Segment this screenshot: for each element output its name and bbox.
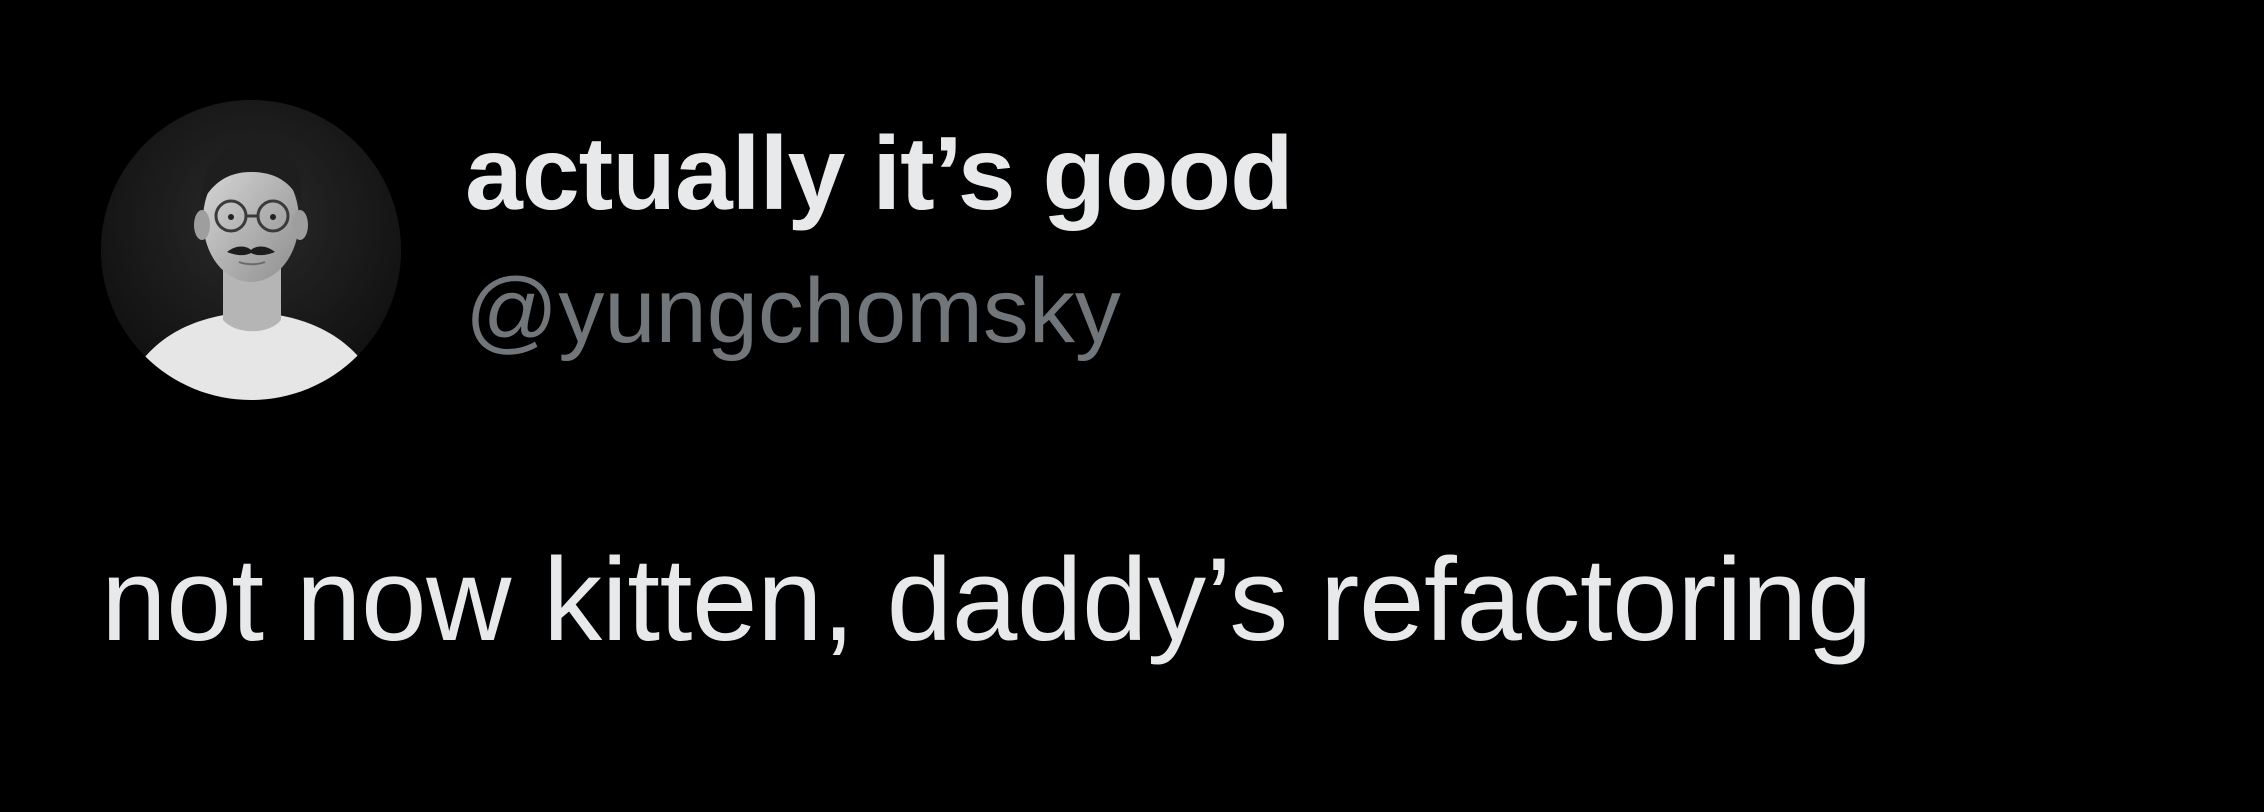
author-handle[interactable]: @yungchomsky <box>465 256 1665 366</box>
avatar-photo-icon <box>101 100 401 400</box>
avatar[interactable] <box>101 100 401 400</box>
tweet-text: not now kitten, daddy’s refactoring <box>101 534 1873 666</box>
author-identity: actually it’s good @yungchomsky <box>465 114 1665 366</box>
tweet-card: actually it’s good @yungchomsky not now … <box>0 0 2264 812</box>
tweet-header: actually it’s good @yungchomsky <box>101 100 1701 400</box>
author-display-name[interactable]: actually it’s good <box>465 114 1665 234</box>
